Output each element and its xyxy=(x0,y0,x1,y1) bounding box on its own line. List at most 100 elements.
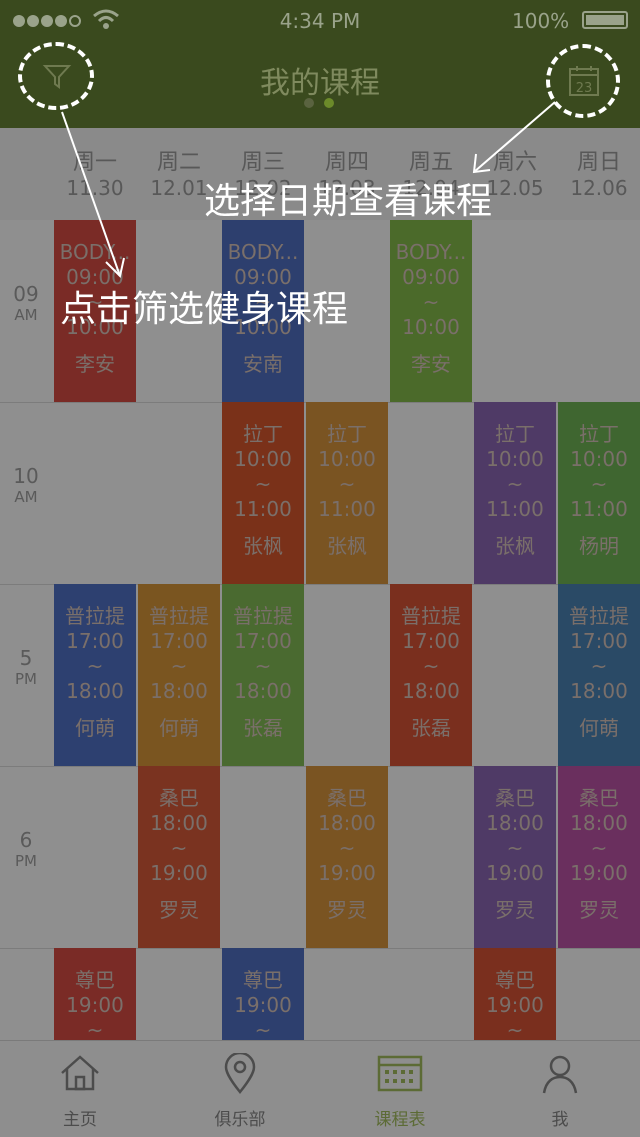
time-label: 10 AM xyxy=(0,464,52,506)
day-date: 12.06 xyxy=(570,176,628,200)
class-name: 普拉提 xyxy=(65,604,125,628)
class-name: BODY... xyxy=(395,240,467,264)
day-column-header[interactable]: 周一 11.30 xyxy=(54,128,136,220)
class-name: 普拉提 xyxy=(401,604,461,628)
class-coach: 杨明 xyxy=(579,534,619,558)
class-end-time: 18:00 xyxy=(402,679,460,703)
tab-label: 主页 xyxy=(63,1110,97,1130)
class-start-time: 17:00 xyxy=(150,629,208,653)
class-time-separator: ~ xyxy=(590,472,608,496)
class-block[interactable]: 桑巴 18:00 ~19:00 罗灵 xyxy=(558,766,640,948)
class-start-time: 17:00 xyxy=(234,629,292,653)
class-end-time: 18:00 xyxy=(234,679,292,703)
class-time-separator: ~ xyxy=(506,472,524,496)
time-label: 6 PM xyxy=(0,828,52,870)
class-block[interactable]: BODY... 09:00 ~10:00 李安 xyxy=(390,220,472,402)
class-block[interactable]: 尊巴 19:00 ~ xyxy=(54,948,136,1040)
class-name: 桑巴 xyxy=(495,786,535,810)
class-start-time: 19:00 xyxy=(486,993,544,1017)
class-start-time: 17:00 xyxy=(570,629,628,653)
page-title: 我的课程 xyxy=(260,66,380,101)
day-name: 周日 xyxy=(576,150,621,175)
class-block[interactable]: 桑巴 18:00 ~19:00 罗灵 xyxy=(138,766,220,948)
class-start-time: 10:00 xyxy=(318,447,376,471)
class-time-separator: ~ xyxy=(506,1018,524,1040)
class-name: 拉丁 xyxy=(327,422,367,446)
battery-percent: 100% xyxy=(512,9,570,33)
date-hint-annotation: 选择日期查看课程 xyxy=(204,181,493,222)
class-end-time: 19:00 xyxy=(486,861,544,885)
tab-label: 课程表 xyxy=(374,1110,426,1130)
class-block[interactable]: 普拉提 17:00 ~18:00 张磊 xyxy=(222,584,304,766)
tab-club[interactable]: 俱乐部 xyxy=(160,1041,320,1137)
class-block[interactable]: 桑巴 18:00 ~19:00 罗灵 xyxy=(474,766,556,948)
class-block[interactable]: 桑巴 18:00 ~19:00 罗灵 xyxy=(306,766,388,948)
class-name: 普拉提 xyxy=(149,604,209,628)
time-ampm: PM xyxy=(15,852,37,870)
class-end-time: 11:00 xyxy=(486,497,544,521)
class-start-time: 18:00 xyxy=(318,811,376,835)
class-block[interactable]: 尊巴 19:00 ~ xyxy=(222,948,304,1040)
class-time-separator: ~ xyxy=(590,654,608,678)
class-time-separator: ~ xyxy=(86,1018,104,1040)
time-hour: 09 xyxy=(13,282,39,306)
class-time-separator: ~ xyxy=(170,654,188,678)
calendar-button[interactable]: 23 xyxy=(546,44,620,118)
class-end-time: 11:00 xyxy=(318,497,376,521)
class-coach: 李安 xyxy=(411,352,451,376)
day-column-header[interactable]: 周日 12.06 xyxy=(558,128,640,220)
class-coach: 何萌 xyxy=(75,716,115,740)
class-name: 桑巴 xyxy=(327,786,367,810)
class-start-time: 17:00 xyxy=(66,629,124,653)
tab-home[interactable]: 主页 xyxy=(0,1041,160,1137)
class-end-time: 18:00 xyxy=(570,679,628,703)
calendar-day-number: 23 xyxy=(575,81,593,96)
day-date: 11.30 xyxy=(66,176,124,200)
class-time-separator: ~ xyxy=(170,836,188,860)
class-start-time: 18:00 xyxy=(486,811,544,835)
class-time-separator: ~ xyxy=(86,654,104,678)
class-end-time: 11:00 xyxy=(570,497,628,521)
page-dot-active xyxy=(324,98,334,108)
class-name: 尊巴 xyxy=(75,968,115,992)
class-name: BODY... xyxy=(59,240,131,264)
tab-schedule[interactable]: 课程表 xyxy=(320,1041,480,1137)
class-block[interactable]: 拉丁 10:00 ~11:00 杨明 xyxy=(558,402,640,584)
class-end-time: 19:00 xyxy=(570,861,628,885)
class-coach: 李安 xyxy=(75,352,115,376)
day-name: 周一 xyxy=(72,150,117,175)
tab-bar: 主页 俱乐部 课程表 我 xyxy=(0,1040,640,1137)
class-end-time: 11:00 xyxy=(234,497,292,521)
class-block[interactable]: 普拉提 17:00 ~18:00 张磊 xyxy=(390,584,472,766)
class-coach: 张枫 xyxy=(243,534,283,558)
class-start-time: 17:00 xyxy=(402,629,460,653)
class-name: 尊巴 xyxy=(243,968,283,992)
class-block[interactable]: 拉丁 10:00 ~11:00 张枫 xyxy=(306,402,388,584)
class-start-time: 18:00 xyxy=(150,811,208,835)
class-block[interactable]: 普拉提 17:00 ~18:00 何萌 xyxy=(138,584,220,766)
class-block[interactable]: 尊巴 19:00 ~ xyxy=(474,948,556,1040)
tab-me[interactable]: 我 xyxy=(480,1041,640,1137)
class-name: 拉丁 xyxy=(243,422,283,446)
filter-button[interactable] xyxy=(18,42,94,110)
class-name: 桑巴 xyxy=(579,786,619,810)
class-end-time: 18:00 xyxy=(66,679,124,703)
class-time-separator: ~ xyxy=(254,1018,272,1040)
class-block[interactable]: 拉丁 10:00 ~11:00 张枫 xyxy=(222,402,304,584)
class-block[interactable]: 普拉提 17:00 ~18:00 何萌 xyxy=(558,584,640,766)
time-ampm: AM xyxy=(14,488,38,506)
filter-hint-annotation: 点击筛选健身课程 xyxy=(60,289,349,330)
class-time-separator: ~ xyxy=(422,654,440,678)
class-time-separator: ~ xyxy=(338,472,356,496)
time-ampm: PM xyxy=(15,670,37,688)
schedule-grid: 09 AM 10 AM 5 PM 6 PM BODY... 09:00 ~10:00 李安 BODY..… xyxy=(0,220,640,1040)
class-block[interactable]: 拉丁 10:00 ~11:00 张枫 xyxy=(474,402,556,584)
class-coach: 张枫 xyxy=(495,534,535,558)
class-name: 拉丁 xyxy=(495,422,535,446)
class-end-time: 18:00 xyxy=(150,679,208,703)
battery-icon xyxy=(582,11,628,29)
class-start-time: 09:00 xyxy=(402,265,460,289)
time-hour: 6 xyxy=(19,828,33,852)
class-block[interactable]: 普拉提 17:00 ~18:00 何萌 xyxy=(54,584,136,766)
class-start-time: 10:00 xyxy=(570,447,628,471)
